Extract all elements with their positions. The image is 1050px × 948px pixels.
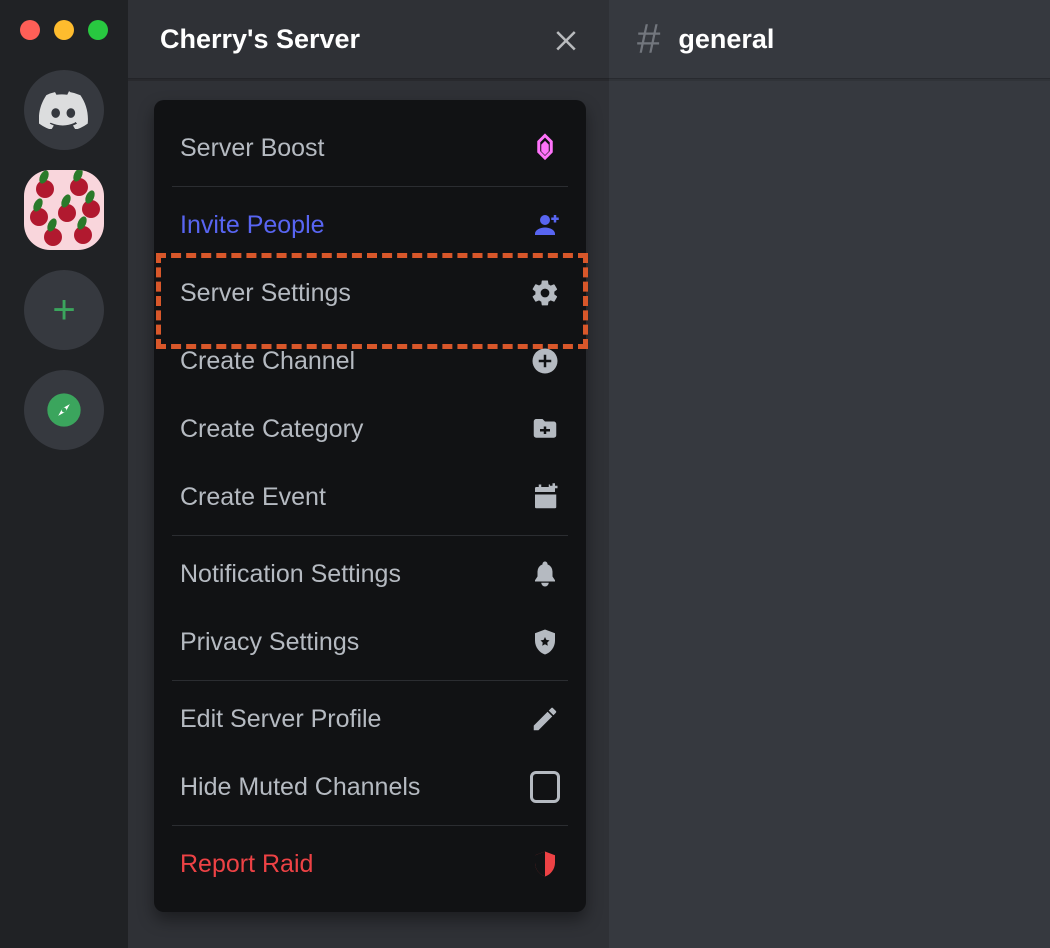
menu-report-raid[interactable]: Report Raid [154, 830, 586, 898]
menu-create-category[interactable]: Create Category [154, 395, 586, 463]
server-dropdown-menu: Server Boost Invite People Server Settin… [154, 100, 586, 912]
compass-icon [44, 390, 84, 430]
menu-server-boost[interactable]: Server Boost [154, 114, 586, 182]
menu-label: Server Boost [180, 134, 530, 163]
shield-star-icon [530, 627, 560, 657]
menu-notification-settings[interactable]: Notification Settings [154, 540, 586, 608]
menu-label: Notification Settings [180, 560, 530, 589]
menu-label: Hide Muted Channels [180, 773, 530, 802]
window-close-button[interactable] [20, 20, 40, 40]
calendar-plus-icon [530, 482, 560, 512]
menu-edit-server-profile[interactable]: Edit Server Profile [154, 685, 586, 753]
menu-label: Create Channel [180, 347, 530, 376]
menu-label: Server Settings [180, 279, 530, 308]
hash-icon: # [637, 18, 660, 60]
menu-separator [172, 186, 568, 187]
close-icon [551, 24, 581, 54]
pencil-icon [530, 704, 560, 734]
plus-icon: + [52, 290, 75, 330]
menu-label: Create Category [180, 415, 530, 444]
add-server-button[interactable]: + [24, 270, 104, 350]
main-content: # general [609, 0, 1050, 948]
menu-label: Report Raid [180, 850, 530, 879]
menu-separator [172, 535, 568, 536]
folder-plus-icon [530, 414, 560, 444]
app-body: + Cherry's Server [0, 0, 1050, 948]
circle-plus-icon [530, 346, 560, 376]
app-window: + Cherry's Server [0, 0, 1050, 948]
gear-icon [530, 278, 560, 308]
discord-logo-icon [39, 91, 89, 129]
home-button[interactable] [24, 70, 104, 150]
menu-label: Invite People [180, 211, 530, 240]
window-zoom-button[interactable] [88, 20, 108, 40]
shield-alert-icon [530, 849, 560, 879]
channel-name: general [678, 24, 774, 55]
server-rail: + [0, 0, 128, 948]
menu-invite-people[interactable]: Invite People [154, 191, 586, 259]
explore-servers-button[interactable] [24, 370, 104, 450]
menu-separator [172, 680, 568, 681]
window-minimize-button[interactable] [54, 20, 74, 40]
menu-separator [172, 825, 568, 826]
menu-label: Edit Server Profile [180, 705, 530, 734]
menu-create-channel[interactable]: Create Channel [154, 327, 586, 395]
window-traffic-lights [20, 20, 108, 40]
menu-label: Privacy Settings [180, 628, 530, 657]
menu-label: Create Event [180, 483, 530, 512]
menu-create-event[interactable]: Create Event [154, 463, 586, 531]
menu-hide-muted-channels[interactable]: Hide Muted Channels [154, 753, 586, 821]
channel-header: # general [609, 0, 1050, 79]
boost-gem-icon [530, 133, 560, 163]
menu-server-settings[interactable]: Server Settings [154, 259, 586, 327]
channel-sidebar: Cherry's Server Server Boost [128, 0, 609, 948]
bell-icon [530, 559, 560, 589]
close-dropdown-button[interactable] [551, 24, 581, 54]
menu-privacy-settings[interactable]: Privacy Settings [154, 608, 586, 676]
invite-person-icon [530, 210, 560, 240]
server-header[interactable]: Cherry's Server [128, 0, 609, 79]
checkbox-empty-icon [530, 772, 560, 802]
server-name: Cherry's Server [160, 24, 360, 55]
server-icon-cherry[interactable] [24, 170, 104, 250]
